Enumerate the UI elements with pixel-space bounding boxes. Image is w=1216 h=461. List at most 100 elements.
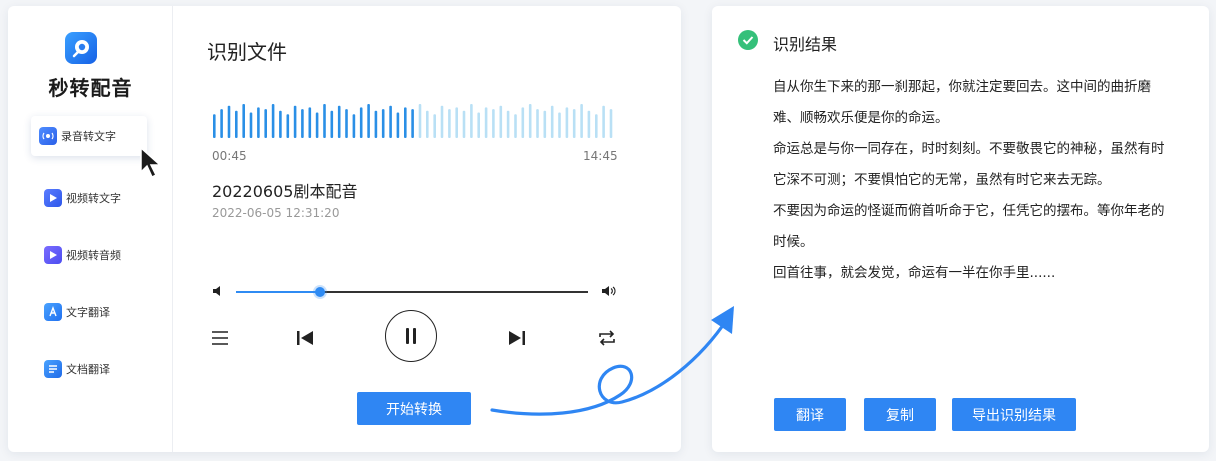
translate-icon	[44, 303, 62, 321]
waveform-bar	[448, 109, 451, 138]
waveform-bar	[499, 105, 503, 138]
waveform-bar	[286, 114, 290, 138]
waveform-bar	[308, 107, 312, 138]
sidebar-item-label: 文字翻译	[66, 306, 110, 319]
pause-icon	[406, 328, 416, 344]
waveform-bar	[506, 110, 510, 138]
result-text: 自从你生下来的那一刹那起，你就注定要回去。这中间的曲折磨 难、顺畅欢乐便是你的命…	[773, 72, 1173, 289]
result-line: 时候。	[773, 234, 814, 250]
translate-button[interactable]: 翻译	[774, 398, 846, 431]
playlist-menu-button[interactable]	[208, 326, 232, 350]
export-result-button[interactable]: 导出识别结果	[952, 398, 1076, 431]
total-time: 14:45	[583, 149, 618, 163]
waveform-bar	[396, 112, 400, 138]
waveform-bar	[558, 112, 561, 138]
waveform-bar	[381, 109, 385, 138]
waveform-bar	[580, 104, 583, 138]
waveform-bar	[337, 105, 341, 138]
waveform-bar	[352, 114, 356, 138]
progress-fill	[236, 291, 321, 293]
waveform-bar	[550, 105, 554, 138]
result-line: 命运总是与你一同存在，时时刻刻。不要敬畏它的神秘，虽然有时	[773, 141, 1165, 157]
waveform-bar	[227, 105, 231, 138]
waveform-bar	[323, 104, 326, 138]
waveform-bar	[492, 109, 495, 138]
waveform-bar	[440, 105, 444, 138]
waveform-bar	[462, 110, 466, 138]
waveform-bar	[367, 104, 370, 138]
volume-low-icon[interactable]	[212, 284, 224, 298]
waveform-bar	[514, 114, 517, 138]
waveform-bar	[404, 107, 407, 138]
skip-previous-icon	[297, 331, 313, 345]
app-title: 秒转配音	[48, 76, 133, 100]
waveform-bar	[293, 105, 297, 138]
waveform-bar	[426, 110, 429, 138]
sidebar: 秒转配音 录音转文字 视频转文字 视频转音频 文字翻译 文档翻译	[8, 6, 173, 452]
waveform-bar	[271, 104, 275, 138]
video-icon	[44, 189, 62, 207]
result-line: 难、顺畅欢乐便是你的命运。	[773, 110, 949, 126]
result-line: 回首往事，就会发觉，命运有一半在你手里......	[773, 265, 1056, 281]
sidebar-item-document-translation[interactable]: 文档翻译	[31, 349, 147, 389]
waveform-bar	[572, 109, 576, 138]
waveform-bar	[235, 110, 238, 138]
waveform-bar	[565, 107, 569, 138]
app-logo-icon	[65, 32, 97, 64]
waveform-bar	[470, 104, 473, 138]
waveform-bar	[330, 110, 334, 138]
waveform-bar	[249, 112, 253, 138]
file-name: 20220605剧本配音	[212, 182, 358, 201]
waveform-bar	[257, 107, 260, 138]
sidebar-item-label: 文档翻译	[66, 363, 110, 376]
sidebar-item-video-to-audio[interactable]: 视频转音频	[31, 235, 147, 275]
document-icon	[44, 360, 62, 378]
waveform-bar	[279, 110, 282, 138]
waveform-bar	[411, 109, 414, 138]
sidebar-item-video-to-text[interactable]: 视频转文字	[31, 178, 147, 218]
result-line: 不要因为命运的怪诞而俯首听命于它，任凭它的摆布。等你年老的	[773, 203, 1165, 219]
waveform-bar	[359, 107, 363, 138]
file-date: 2022-06-05 12:31:20	[212, 206, 340, 220]
audio-waveform[interactable]	[212, 102, 616, 138]
waveform-bar	[595, 114, 598, 138]
sidebar-item-label: 视频转文字	[66, 192, 121, 205]
result-card: 识别结果 自从你生下来的那一刹那起，你就注定要回去。这中间的曲折磨 难、顺畅欢乐…	[712, 6, 1209, 452]
waveform-bar	[345, 109, 348, 138]
waveform-bar	[264, 109, 267, 138]
waveform-bar	[536, 109, 539, 138]
previous-button[interactable]	[293, 326, 317, 350]
waveform-bar	[213, 114, 216, 138]
waveform-bar	[374, 110, 378, 138]
current-time: 00:45	[212, 149, 247, 163]
result-line: 它深不可测；不要惧怕它的无常，虽然有时它来去无踪。	[773, 172, 1111, 188]
waveform-bar	[543, 110, 547, 138]
page-title: 识别文件	[207, 40, 287, 64]
waveform-bar	[220, 109, 223, 138]
success-check-icon	[738, 30, 758, 50]
result-title: 识别结果	[773, 35, 838, 54]
flow-arrow-icon	[490, 306, 734, 416]
waveform-bar	[418, 104, 422, 138]
progress-handle[interactable]	[315, 287, 326, 297]
waveform-bar	[609, 109, 613, 138]
waveform-bar	[602, 105, 605, 138]
copy-button[interactable]: 复制	[864, 398, 936, 431]
waveform-bar	[528, 104, 532, 138]
video-audio-icon	[44, 246, 62, 264]
waveform-bar	[455, 107, 458, 138]
waveform-bar	[242, 104, 245, 138]
sidebar-item-label: 视频转音频	[66, 249, 121, 262]
waveform-bar	[301, 109, 304, 138]
pause-button[interactable]	[385, 310, 437, 362]
waveform-bar	[587, 110, 591, 138]
sidebar-item-recording-to-text[interactable]: 录音转文字	[31, 116, 147, 156]
waveform-bar	[433, 114, 436, 138]
waveform-bar	[521, 107, 525, 138]
waveform-bar	[477, 112, 480, 138]
start-conversion-button[interactable]: 开始转换	[357, 392, 471, 425]
sidebar-item-text-translation[interactable]: 文字翻译	[31, 292, 147, 332]
sidebar-item-label: 录音转文字	[61, 130, 116, 143]
recording-icon	[39, 127, 57, 145]
menu-icon	[212, 331, 228, 345]
